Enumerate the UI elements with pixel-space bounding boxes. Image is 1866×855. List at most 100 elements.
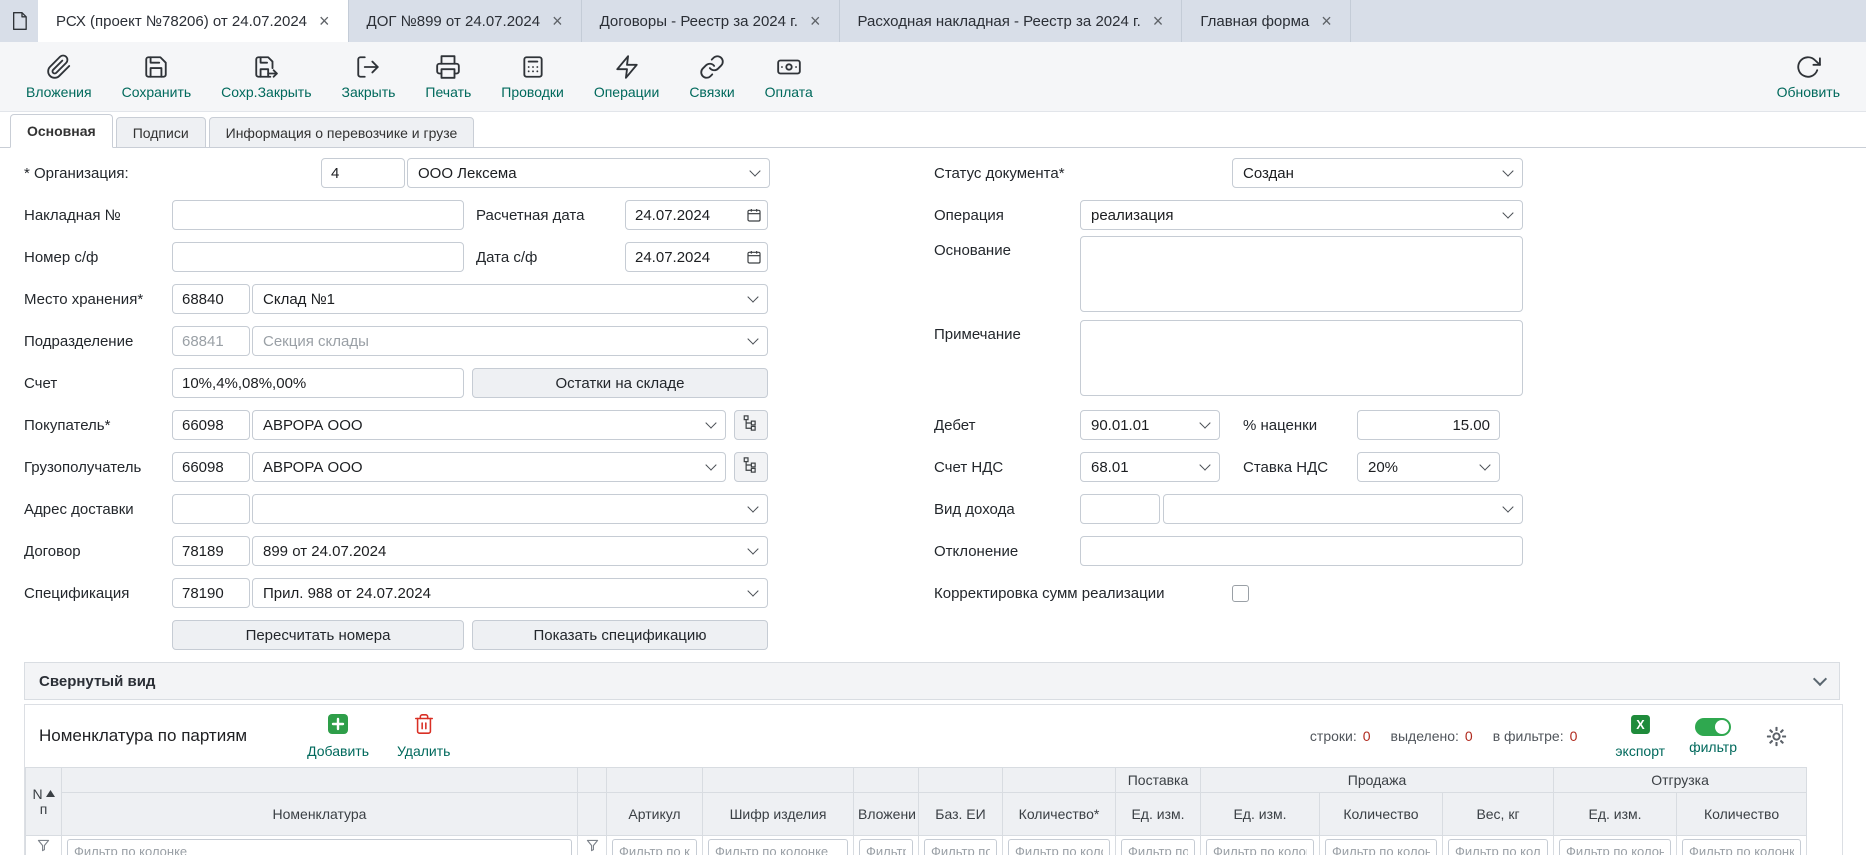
income-type-select[interactable] <box>1163 494 1523 524</box>
column-header-product-code[interactable]: Шифр изделия <box>703 793 854 836</box>
buyer-tree-button[interactable] <box>734 410 768 440</box>
organization-select[interactable]: ООО Лексема <box>407 158 770 188</box>
settings-gear-button[interactable] <box>1765 725 1788 748</box>
specification-code-input[interactable] <box>172 578 250 608</box>
filter-input-ship-unit[interactable] <box>1559 839 1671 855</box>
vat-rate-select[interactable]: 20% <box>1357 452 1500 482</box>
income-type-code-input[interactable] <box>1080 494 1160 524</box>
close-icon[interactable]: × <box>319 12 330 30</box>
save-button[interactable]: Сохранить <box>122 54 192 100</box>
column-header-nested[interactable]: Вложени <box>854 793 919 836</box>
column-header-nomenclature[interactable]: Номенклатура <box>62 793 578 836</box>
delivery-address-code-input[interactable] <box>172 494 250 524</box>
column-header-weight[interactable]: Вес, кг <box>1443 793 1554 836</box>
status-select[interactable]: Создан <box>1232 158 1523 188</box>
correction-label: Корректировка сумм реализации <box>934 585 1232 602</box>
operation-select[interactable]: реализация <box>1080 200 1523 230</box>
filter-input-nomenclature[interactable] <box>67 839 572 855</box>
invoice-number-label: Накладная № <box>24 207 172 224</box>
delivery-address-select[interactable] <box>252 494 768 524</box>
column-header-sale-unit[interactable]: Ед. изм. <box>1201 793 1320 836</box>
tab-main[interactable]: Основная <box>10 114 113 148</box>
window-tab-dog[interactable]: ДОГ №899 от 24.07.2024 × <box>349 0 582 42</box>
close-label: Закрыть <box>342 84 396 100</box>
column-header-article[interactable]: Артикул <box>607 793 703 836</box>
specification-select[interactable]: Прил. 988 от 24.07.2024 <box>252 578 768 608</box>
column-header-quantity[interactable]: Количество* <box>1003 793 1116 836</box>
window-tab-contracts-registry[interactable]: Договоры - Реестр за 2024 г. × <box>582 0 840 42</box>
deviation-input[interactable] <box>1080 536 1523 566</box>
filter-input-article[interactable] <box>612 839 697 855</box>
close-icon[interactable]: × <box>810 12 821 30</box>
tab-signatures[interactable]: Подписи <box>116 117 206 148</box>
department-code-input[interactable] <box>172 326 250 356</box>
buyer-code-input[interactable] <box>172 410 250 440</box>
recalc-numbers-button[interactable]: Пересчитать номера <box>172 620 464 650</box>
invoice-number-input[interactable] <box>172 200 464 230</box>
filter-toggle[interactable]: фильтр <box>1689 718 1737 755</box>
storage-code-input[interactable] <box>172 284 250 314</box>
filter-input-supply-unit[interactable] <box>1121 839 1195 855</box>
filter-cell-npp[interactable] <box>26 836 62 855</box>
show-specification-button[interactable]: Показать спецификацию <box>472 620 768 650</box>
filter-input-base-unit[interactable] <box>924 839 997 855</box>
window-tab-label: Расходная накладная - Реестр за 2024 г. <box>858 13 1141 30</box>
column-header-npp[interactable]: N п <box>26 768 62 836</box>
column-header-ship-unit[interactable]: Ед. изм. <box>1554 793 1677 836</box>
delete-row-button[interactable]: Удалить <box>397 713 450 759</box>
lightning-icon <box>614 54 640 80</box>
basis-textarea[interactable] <box>1080 236 1523 312</box>
note-textarea[interactable] <box>1080 320 1523 396</box>
filter-input-product-code[interactable] <box>708 839 848 855</box>
department-select[interactable]: Секция склады <box>252 326 768 356</box>
app-window: РСХ (проект №78206) от 24.07.2024 × ДОГ … <box>0 0 1866 855</box>
account-input[interactable] <box>172 368 464 398</box>
filter-input-sale-quantity[interactable] <box>1325 839 1437 855</box>
close-icon[interactable]: × <box>1321 12 1332 30</box>
print-button[interactable]: Печать <box>425 54 471 100</box>
filter-cell-blank[interactable] <box>578 836 607 855</box>
attachments-button[interactable]: Вложения <box>26 54 92 100</box>
column-header-supply-unit[interactable]: Ед. изм. <box>1116 793 1201 836</box>
markup-input[interactable] <box>1357 410 1500 440</box>
group-header-shipment: Отгрузка <box>1554 768 1807 793</box>
collapsed-view-bar[interactable]: Свернутый вид <box>24 662 1840 700</box>
filter-input-sale-unit[interactable] <box>1206 839 1314 855</box>
links-button[interactable]: Связки <box>689 54 734 100</box>
stock-balance-button[interactable]: Остатки на складе <box>472 368 768 398</box>
filter-input-weight[interactable] <box>1448 839 1548 855</box>
add-row-button[interactable]: Добавить <box>307 713 369 759</box>
export-button[interactable]: X экспорт <box>1615 714 1665 759</box>
organization-code-input[interactable] <box>321 158 405 188</box>
filter-input-ship-quantity[interactable] <box>1682 839 1801 855</box>
filter-input-quantity[interactable] <box>1008 839 1110 855</box>
window-tab-main-form[interactable]: Главная форма × <box>1182 0 1350 42</box>
operations-button[interactable]: Операции <box>594 54 660 100</box>
column-header-base-unit[interactable]: Баз. ЕИ <box>919 793 1003 836</box>
payment-button[interactable]: Оплата <box>765 54 813 100</box>
window-tab-invoice-registry[interactable]: Расходная накладная - Реестр за 2024 г. … <box>840 0 1183 42</box>
contract-select[interactable]: 899 от 24.07.2024 <box>252 536 768 566</box>
postings-button[interactable]: Проводки <box>501 54 564 100</box>
column-header-sale-quantity[interactable]: Количество <box>1320 793 1443 836</box>
column-header-ship-quantity[interactable]: Количество <box>1677 793 1807 836</box>
buyer-select[interactable]: АВРОРА ООО <box>252 410 726 440</box>
department-row: Подразделение Секция склады <box>24 320 770 362</box>
correction-checkbox[interactable] <box>1232 585 1249 602</box>
refresh-button[interactable]: Обновить <box>1777 54 1840 100</box>
contract-code-input[interactable] <box>172 536 250 566</box>
vat-account-select[interactable]: 68.01 <box>1080 452 1220 482</box>
close-icon[interactable]: × <box>552 12 563 30</box>
save-close-button[interactable]: Сохр.Закрыть <box>221 54 311 100</box>
debit-select[interactable]: 90.01.01 <box>1080 410 1220 440</box>
consignee-tree-button[interactable] <box>734 452 768 482</box>
close-button[interactable]: Закрыть <box>342 54 396 100</box>
consignee-code-input[interactable] <box>172 452 250 482</box>
tab-cargo-info[interactable]: Информация о перевозчике и грузе <box>209 117 475 148</box>
storage-select[interactable]: Склад №1 <box>252 284 768 314</box>
consignee-select[interactable]: АВРОРА ООО <box>252 452 726 482</box>
close-icon[interactable]: × <box>1153 12 1164 30</box>
window-tab-rsx[interactable]: РСХ (проект №78206) от 24.07.2024 × <box>38 0 349 42</box>
filter-input-nested[interactable] <box>859 839 913 855</box>
sf-number-input[interactable] <box>172 242 464 272</box>
